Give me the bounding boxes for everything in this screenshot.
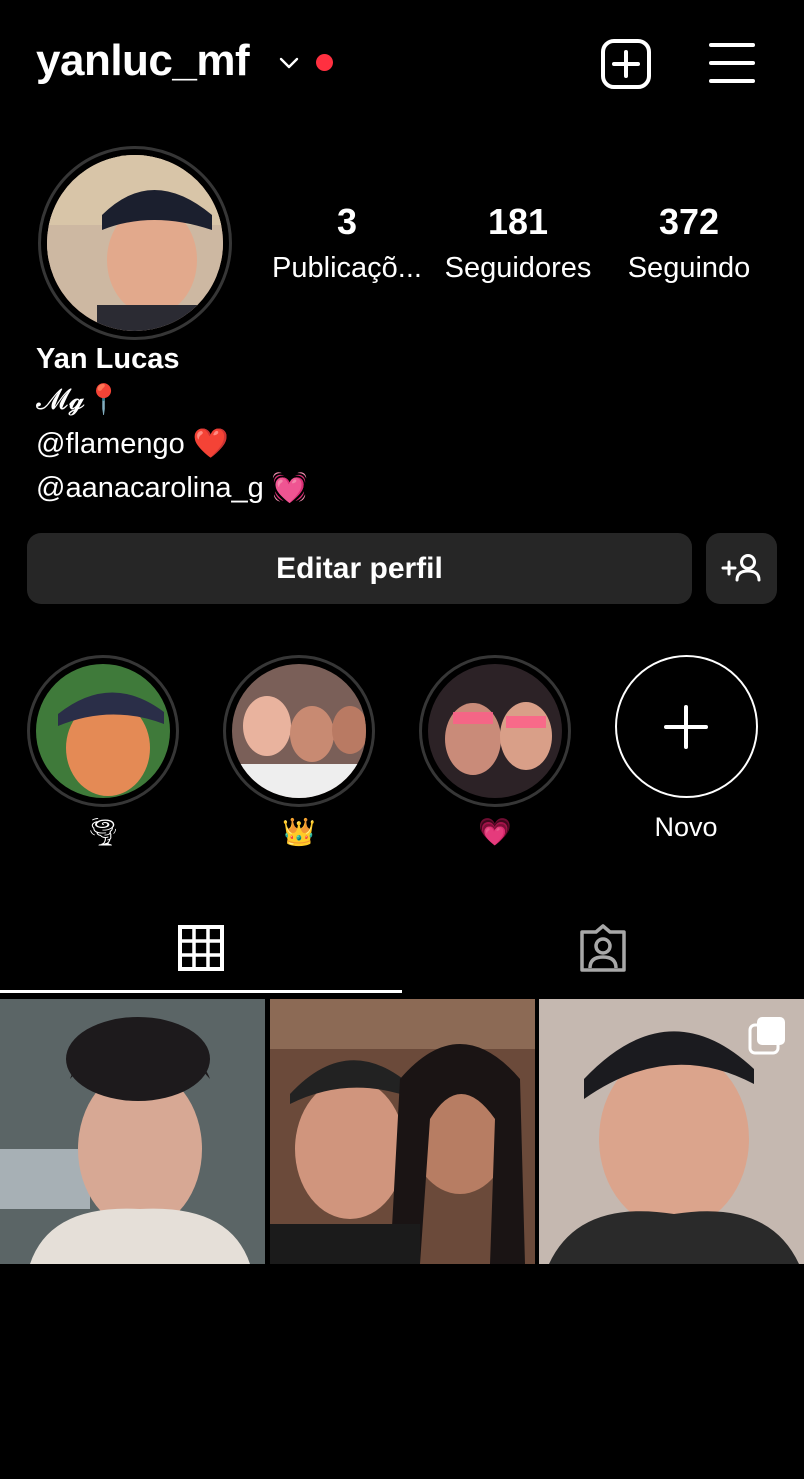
highlight-cover-image (428, 664, 562, 798)
posts-count: 3 (336, 201, 358, 242)
new-highlight-button[interactable]: Novo (610, 655, 762, 844)
highlight-item[interactable]: 👑 (223, 655, 375, 849)
profile-tabs (0, 900, 804, 995)
highlight-label: 🌪 (85, 817, 121, 847)
notification-dot (316, 54, 333, 71)
bio-section: Yan Lucas 𝓜𝓰📍 @flamengo ❤️ @aanacarolina… (36, 340, 308, 510)
tab-tagged[interactable] (402, 900, 804, 995)
new-highlight-ring (614, 655, 758, 798)
highlight-item[interactable]: 💗 (419, 655, 571, 849)
username[interactable]: yanluc_mf (36, 36, 250, 86)
avatar-image (47, 155, 223, 331)
top-bar: yanluc_mf (0, 0, 804, 125)
plus-icon (664, 704, 708, 749)
chevron-down-icon[interactable] (278, 52, 300, 74)
hamburger-menu-icon[interactable] (708, 40, 756, 86)
profile-name: Yan Lucas (36, 343, 180, 375)
bio-mention-link[interactable]: @aanacarolina_g 💓 (36, 466, 308, 510)
highlight-item[interactable]: 🌪 (27, 655, 179, 849)
followers-label: Seguidores (444, 252, 592, 284)
new-highlight-label: Novo (654, 812, 718, 842)
stat-posts[interactable]: 3 Publicaçõ... (262, 200, 432, 292)
bio-line: 𝓜𝓰📍 (36, 384, 122, 416)
highlight-cover-ring (223, 655, 375, 807)
edit-profile-button[interactable]: Editar perfil (27, 533, 692, 604)
following-label: Seguindo (627, 252, 751, 284)
discover-people-button[interactable] (706, 533, 777, 604)
highlight-label: 💗 (478, 817, 512, 847)
post-thumbnail[interactable] (0, 999, 265, 1264)
highlight-cover-ring (419, 655, 571, 807)
stat-followers[interactable]: 181 Seguidores (433, 200, 603, 292)
post-thumbnail[interactable] (270, 999, 535, 1264)
new-post-icon[interactable] (600, 38, 652, 90)
highlight-cover-image (232, 664, 366, 798)
carousel-icon (748, 1017, 785, 1055)
active-tab-indicator (0, 990, 402, 993)
highlight-cover-ring (27, 655, 179, 807)
posts-grid (0, 999, 804, 1264)
highlight-cover-image (36, 664, 170, 798)
bio-mention-link[interactable]: @flamengo ❤️ (36, 422, 308, 466)
highlight-label: 👑 (282, 817, 316, 847)
tagged-icon (580, 923, 626, 972)
add-person-icon (721, 554, 761, 582)
followers-count: 181 (487, 201, 549, 242)
posts-label: Publicaçõ... (272, 252, 422, 284)
stat-following[interactable]: 372 Seguindo (604, 200, 774, 292)
tab-posts-grid[interactable] (0, 900, 402, 995)
following-count: 372 (658, 201, 720, 242)
profile-avatar[interactable] (38, 146, 232, 340)
grid-icon (178, 924, 224, 971)
post-thumbnail[interactable] (539, 999, 804, 1264)
